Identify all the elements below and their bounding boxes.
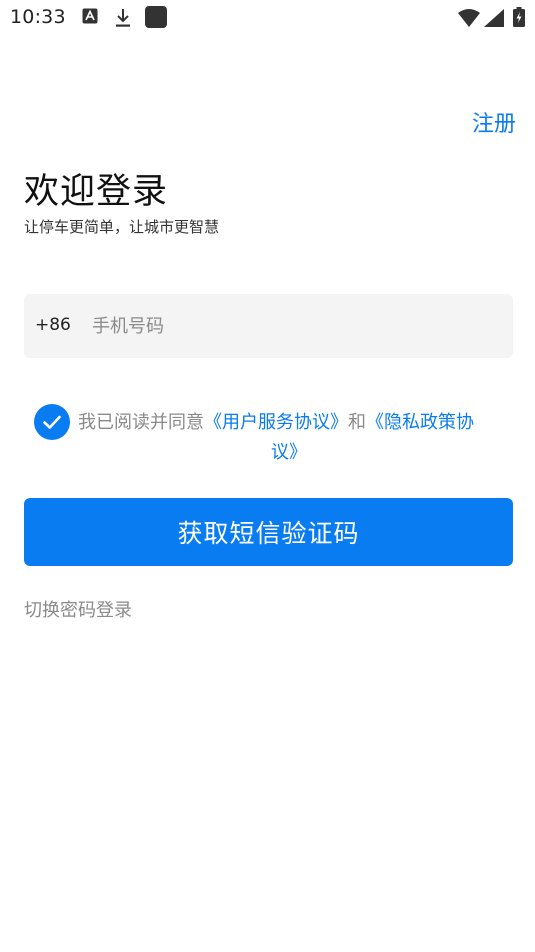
agreement-checkbox[interactable] [34,404,70,440]
register-link[interactable]: 注册 [472,106,516,138]
page-title: 欢迎登录 [24,172,169,212]
phone-field-container: +86 [24,294,513,358]
phone-number-input[interactable] [92,308,492,344]
privacy-policy-link[interactable]: 《隐私政策协 [366,412,474,433]
signal-icon [484,9,504,27]
user-agreement-link[interactable]: 《用户服务协议》 [204,412,348,433]
wifi-icon [458,9,480,27]
app-icon [145,6,167,28]
country-code-selector[interactable]: +86 [35,315,71,335]
status-bar: 10:33 [0,0,535,36]
agreement-prefix: 我已阅读并同意 [78,412,204,433]
check-icon [43,415,61,429]
a-notification-icon [82,8,98,24]
status-time: 10:33 [10,6,66,28]
download-icon [116,9,130,27]
privacy-policy-link-continued[interactable]: 议》 [271,442,307,463]
switch-password-login-link[interactable]: 切换密码登录 [24,596,132,622]
agreement-text: 我已阅读并同意《用户服务协议》和《隐私政策协 议》 [78,408,508,468]
battery-icon [513,7,525,27]
agreement-and: 和 [348,412,366,433]
get-sms-code-button[interactable]: 获取短信验证码 [24,498,513,566]
page-subtitle: 让停车更简单，让城市更智慧 [24,218,220,236]
